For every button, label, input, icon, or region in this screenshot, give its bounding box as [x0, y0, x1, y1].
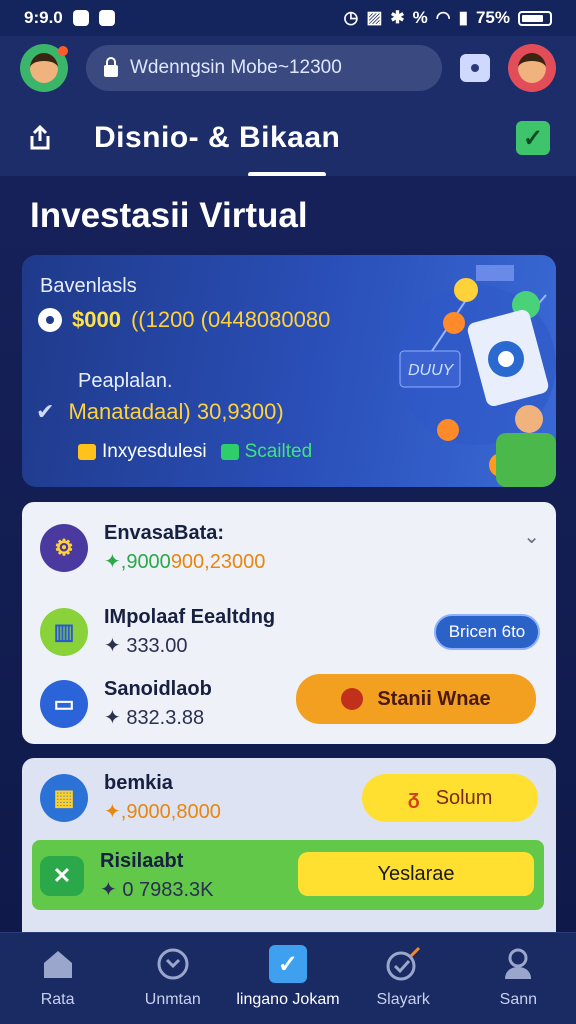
- profile-face-icon: [518, 53, 546, 83]
- card-icon: ▭: [40, 680, 88, 728]
- bank-icon: ▥: [40, 608, 88, 656]
- yes-button[interactable]: Yeslarae: [298, 852, 534, 896]
- nav-label: Unmtan: [144, 991, 201, 1008]
- share-icon[interactable]: [26, 124, 54, 152]
- status-bar: 9:9.0 ◷ ▨ ✱ % ◠ ▮ 75%: [0, 0, 576, 36]
- checkbox-icon: [220, 443, 239, 460]
- start-button[interactable]: Stanii Wnae: [296, 674, 536, 724]
- hero-amount: $000: [72, 307, 121, 332]
- page-header: Disnio- & Bikaan ✓: [0, 100, 576, 176]
- item-name: IMpolaaf Eealtdng: [104, 606, 276, 628]
- profile-avatar[interactable]: [508, 44, 556, 92]
- nav-label: Slayark: [376, 991, 430, 1008]
- hero-tag-scaled[interactable]: Scailted: [220, 441, 312, 463]
- notification-icon: [72, 10, 89, 26]
- signal-icon: ▮: [458, 8, 468, 27]
- item-name: EnvasaBata:: [104, 522, 225, 544]
- item-value: ✦ 832.3.88: [104, 707, 205, 729]
- notification-dot: [58, 46, 68, 56]
- solum-button-label: Solum: [435, 786, 493, 809]
- sunburst-icon: [341, 688, 364, 710]
- solum-button[interactable]: ᵹ Solum: [362, 774, 538, 822]
- nav-label: Sann: [499, 991, 538, 1008]
- compass-icon: [154, 945, 192, 983]
- wifi-icon: ◠: [435, 8, 451, 27]
- settings-gear-icon: ⚙: [40, 524, 88, 572]
- item-name: Sanoidlaob: [104, 678, 212, 700]
- item-value: ✦ 333.00: [104, 635, 188, 657]
- battery-percent: 75%: [475, 8, 510, 27]
- spreadsheet-icon: ✕: [40, 856, 84, 896]
- section-title: Investasii Virtual: [30, 196, 308, 235]
- action-list-card: ▦ bemkia ✦,9000,8000 ᵹ Solum ✕ Risilaabt…: [22, 758, 556, 936]
- home-icon: [39, 945, 77, 983]
- list-item[interactable]: ▥ IMpolaaf Eealtdng ✦ 333.00: [40, 606, 275, 658]
- avatar-face-icon: [30, 53, 58, 83]
- list-item[interactable]: ▦ bemkia ✦,9000,8000: [40, 772, 221, 824]
- lock-icon: [104, 57, 118, 77]
- nav-item-active[interactable]: ✓ lingano Jokam: [233, 945, 343, 1009]
- nav-item-profile[interactable]: Sann: [463, 945, 573, 1009]
- hero-tag-invest[interactable]: Inxyesdulesi: [78, 441, 207, 463]
- target-icon: [384, 945, 422, 983]
- battery-icon: [518, 10, 552, 26]
- avatar[interactable]: [20, 44, 68, 92]
- item-value-suffix: 900,23000: [170, 551, 266, 573]
- hero-illustration: DUUY: [396, 265, 556, 487]
- flame-icon: ᵹ: [407, 786, 420, 809]
- chat-icon: [98, 10, 115, 26]
- user-icon: [499, 945, 537, 983]
- item-name: Risilaabt: [100, 850, 184, 872]
- bottom-nav: Rata Unmtan ✓ lingano Jokam Slayark Sann: [0, 932, 576, 1024]
- hero-amount-row: $000 ((1200 (0448080080: [38, 307, 330, 333]
- chevron-down-icon[interactable]: ⌄: [523, 524, 540, 549]
- wallet-icon: [78, 443, 96, 460]
- url-bar[interactable]: Wdenngsin Mobe~12300: [86, 45, 442, 91]
- hero-sublabel: Peaplalan.: [78, 370, 173, 392]
- data-icon: ▨: [366, 8, 383, 27]
- item-value-prefix: ✦,9000: [104, 551, 171, 573]
- investment-list-card: ⌄ ⚙ EnvasaBata: ✦,9000900,23000 ▥ IMpola…: [22, 502, 556, 744]
- hero-value-row: ✔ Manatadaal) 30,9300): [36, 399, 284, 425]
- item-value: ✦ 0 7983.3K: [100, 879, 214, 901]
- hero-amount-detail: ((1200 (0448080080: [130, 307, 331, 332]
- list-item[interactable]: ✕ Risilaabt ✦ 0 7983.3K: [40, 850, 214, 902]
- nav-item-explore[interactable]: Unmtan: [118, 945, 228, 1009]
- page-title: Disnio- & Bikaan: [94, 121, 341, 154]
- gear-icon: [38, 308, 62, 332]
- item-value: ✦,9000,8000: [104, 801, 221, 823]
- hero-banner-text: DUUY: [408, 362, 455, 379]
- tabs-icon[interactable]: [460, 54, 490, 82]
- nav-item-home[interactable]: Rata: [3, 945, 113, 1009]
- list-item[interactable]: ⚙ EnvasaBata: ✦,9000900,23000: [40, 522, 265, 574]
- bluetooth-icon: ✱: [390, 8, 405, 27]
- detail-button[interactable]: Bricen 6to: [434, 614, 540, 650]
- hero-card[interactable]: Bavenlasls $000 ((1200 (0448080080 Peapl…: [22, 255, 556, 487]
- alarm-icon: ◷: [343, 8, 359, 27]
- url-text: Wdenngsin Mobe~12300: [130, 57, 342, 78]
- item-name: bemkia: [104, 772, 173, 794]
- top-bar: Wdenngsin Mobe~12300: [0, 36, 576, 100]
- checkmark-icon: ✔: [36, 399, 55, 424]
- hero-tags: Inxyesdulesi Scailted: [78, 441, 312, 463]
- status-time: 9:9.0: [24, 8, 63, 27]
- hero-value: Manatadaal) 30,9300): [68, 399, 284, 424]
- hero-label: Bavenlasls: [40, 275, 137, 297]
- nav-label: Rata: [40, 991, 75, 1008]
- percent-icon: %: [412, 8, 428, 27]
- start-button-label: Stanii Wnae: [377, 687, 491, 710]
- check-icon[interactable]: ✓: [516, 121, 550, 155]
- nav-label: lingano Jokam: [236, 991, 340, 1008]
- check-square-icon: ✓: [268, 945, 307, 983]
- nav-item-target[interactable]: Slayark: [348, 945, 458, 1009]
- chart-icon: ▦: [40, 774, 88, 822]
- list-item[interactable]: ▭ Sanoidlaob ✦ 832.3.88: [40, 678, 212, 730]
